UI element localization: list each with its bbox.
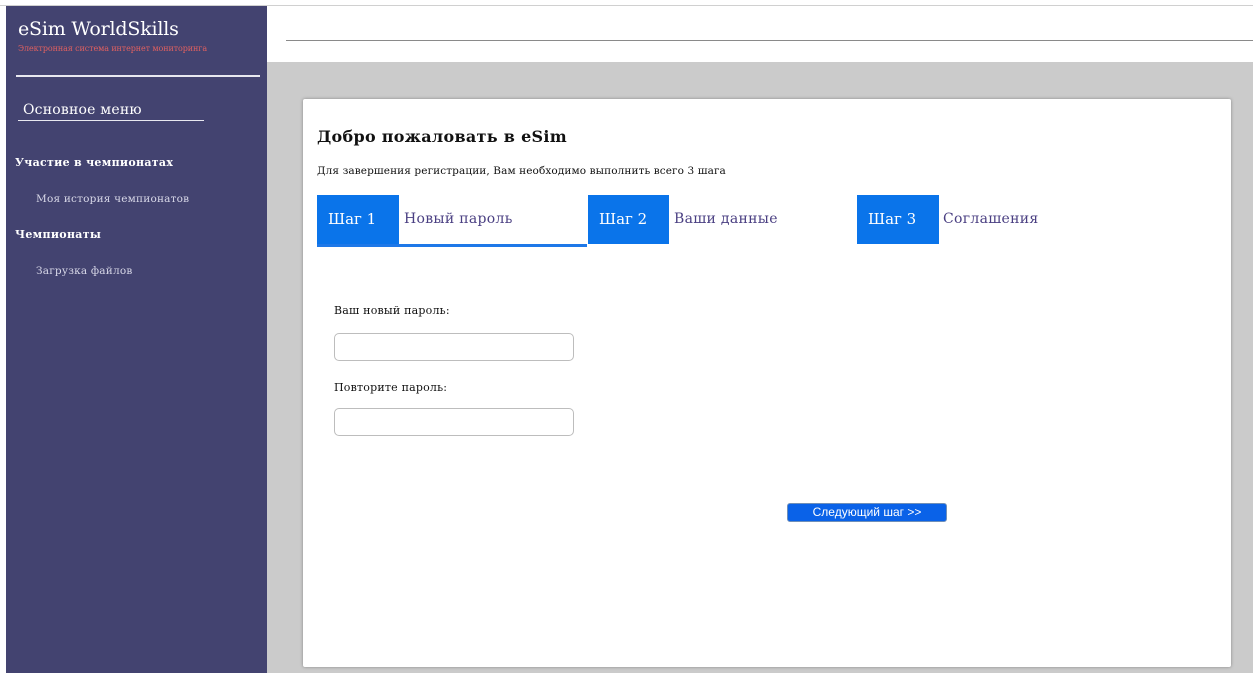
new-password-label: Ваш новый пароль: bbox=[334, 304, 450, 317]
step-2-badge: Шаг 2 bbox=[588, 195, 669, 244]
repeat-password-input[interactable] bbox=[334, 408, 574, 436]
brand-subtitle: Электронная система интернет мониторинга bbox=[18, 44, 207, 53]
repeat-password-label: Повторите пароль: bbox=[334, 381, 448, 394]
step-3-tab[interactable]: Шаг 3 Соглашения bbox=[857, 195, 1077, 244]
sidebar-section-participation[interactable]: Участие в чемпионатах bbox=[15, 156, 173, 169]
next-step-button[interactable]: Следующий шаг >> bbox=[787, 503, 947, 522]
brand-divider bbox=[16, 75, 260, 77]
header-divider bbox=[286, 40, 1253, 41]
step-1-tab[interactable]: Шаг 1 Новый пароль bbox=[317, 195, 587, 244]
sidebar-item-championship-history[interactable]: Моя история чемпионатов bbox=[36, 193, 189, 205]
main-menu-heading: Основное меню bbox=[23, 102, 142, 118]
sidebar: eSim WorldSkills Электронная система инт… bbox=[6, 6, 267, 673]
step-1-label: Новый пароль bbox=[404, 211, 513, 227]
sidebar-section-championships[interactable]: Чемпионаты bbox=[15, 228, 101, 241]
step-2-label: Ваши данные bbox=[674, 211, 778, 227]
step-1-badge: Шаг 1 bbox=[317, 195, 399, 244]
registration-card: Добро пожаловать в eSim Для завершения р… bbox=[303, 99, 1231, 667]
page-title: Добро пожаловать в eSim bbox=[317, 127, 568, 146]
registration-instructions: Для завершения регистрации, Вам необходи… bbox=[317, 165, 726, 177]
step-3-label: Соглашения bbox=[943, 211, 1039, 227]
new-password-input[interactable] bbox=[334, 333, 574, 361]
sidebar-item-file-upload[interactable]: Загрузка файлов bbox=[36, 265, 132, 277]
main-menu-underline bbox=[18, 120, 204, 121]
brand-title[interactable]: eSim WorldSkills bbox=[18, 18, 179, 40]
step-3-badge: Шаг 3 bbox=[857, 195, 939, 244]
active-step-indicator bbox=[317, 244, 587, 247]
app-window: eSim WorldSkills Электронная система инт… bbox=[0, 0, 1253, 673]
step-2-tab[interactable]: Шаг 2 Ваши данные bbox=[588, 195, 808, 244]
